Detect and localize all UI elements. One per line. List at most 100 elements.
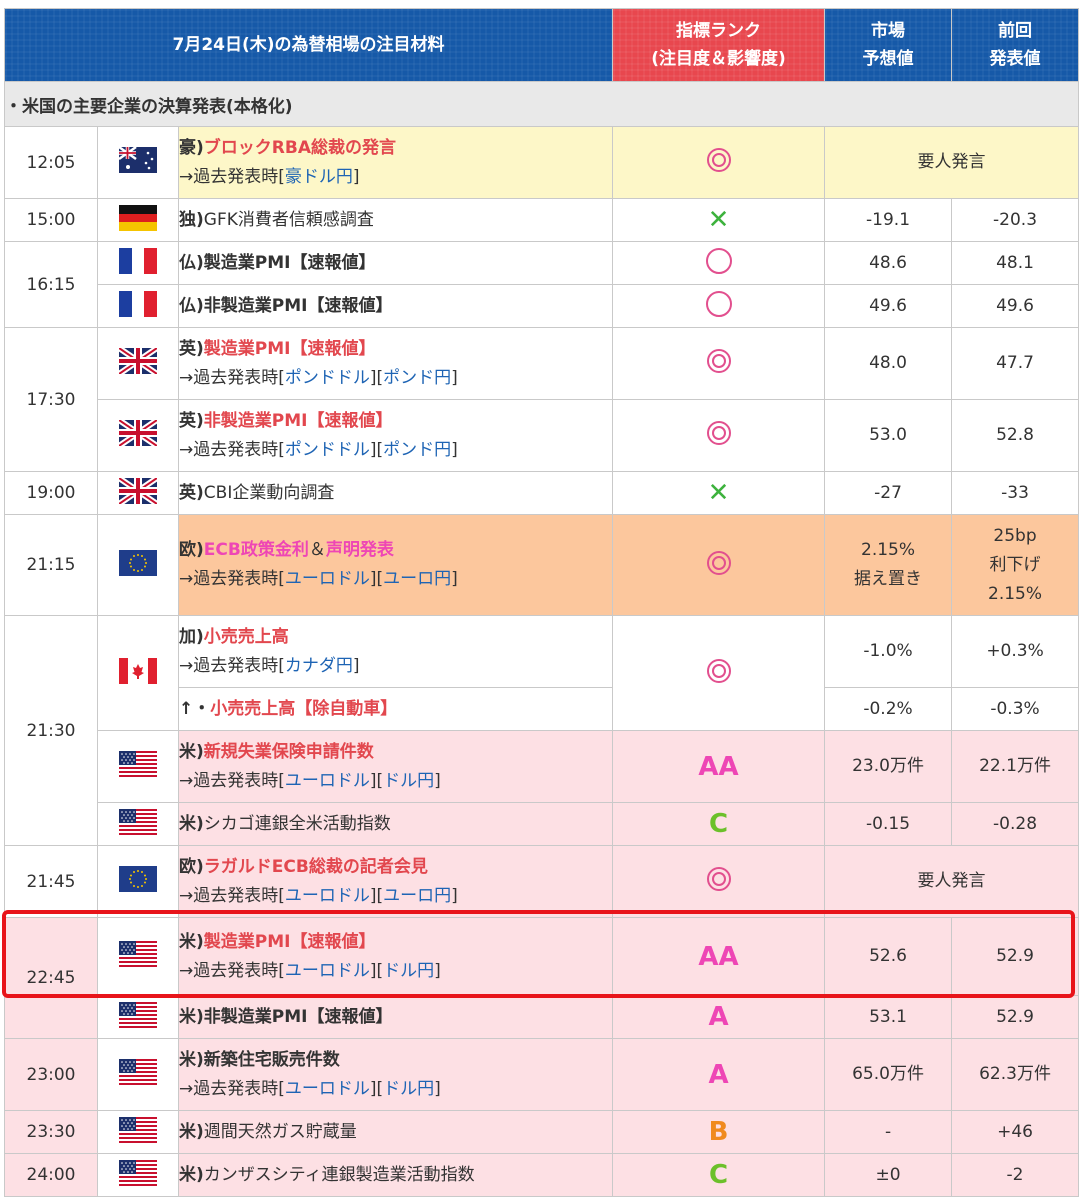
cross-rank-icon: ✕ xyxy=(612,471,826,515)
past-link[interactable]: ユーロドル xyxy=(285,1079,370,1099)
circle-rank-icon xyxy=(612,241,826,285)
us-flag-icon xyxy=(97,802,179,846)
rank-header-line2: (注目度＆影響度) xyxy=(651,49,786,69)
table-row: 16:15 仏)製造業PMI【速報値】 48.6 48.1 xyxy=(4,241,1080,328)
past-link[interactable]: ユーロドル xyxy=(285,569,370,589)
rank-grade-label: C xyxy=(708,1160,729,1190)
event-title-link[interactable]: ラガルドECB総裁の記者会見 xyxy=(204,857,428,877)
previous-value: -0.3% xyxy=(951,687,1080,731)
past-label: →過去発表時[ xyxy=(179,166,285,187)
double-circle-rank-icon xyxy=(612,327,826,400)
past-link[interactable]: 豪ドル円 xyxy=(285,167,353,187)
past-bracket: ] xyxy=(451,439,458,460)
past-bracket: ] xyxy=(352,166,360,187)
us-flag-icon xyxy=(97,917,179,996)
past-link[interactable]: ポンド円 xyxy=(383,368,451,388)
event-time: 21:15 xyxy=(4,514,98,616)
event-cell: 米)カンザスシティ連銀製造業活動指数 xyxy=(177,1153,614,1197)
past-link[interactable]: ポンドドル xyxy=(285,368,370,388)
forecast-value: -0.15 xyxy=(824,802,953,846)
rank-grade-label: AA xyxy=(698,751,739,782)
table-row: 22:45 米)製造業PMI【速報値】 →過去発表時[ユーロドル][ドル円] A… xyxy=(4,917,1080,1039)
event-title-link[interactable]: 非製造業PMI【速報値】 xyxy=(204,411,393,431)
previous-value: 48.1 xyxy=(951,241,1080,285)
event-title-link[interactable]: 製造業PMI【速報値】 xyxy=(204,339,376,359)
table-row: 仏)非製造業PMI【速報値】 49.6 49.6 xyxy=(5,284,1080,328)
merged-value: 要人発言 xyxy=(824,126,1080,199)
table-row: 19:00 英)CBI企業動向調査 ✕ -27 -33 xyxy=(4,471,1080,515)
past-bracket: ] xyxy=(352,655,360,676)
past-link[interactable]: ユーロ円 xyxy=(383,569,451,589)
event-cell: 米)新築住宅販売件数 →過去発表時[ユーロドル][ドル円] xyxy=(177,1038,614,1111)
past-link[interactable]: カナダ円 xyxy=(285,656,353,676)
past-bracket: ] xyxy=(434,1078,441,1099)
event-title-link[interactable]: ECB政策金利 xyxy=(204,540,309,560)
forecast-value: -19.1 xyxy=(824,198,953,242)
past-link[interactable]: ポンドドル xyxy=(285,440,370,460)
event-cell: 米)新規失業保険申請件数 →過去発表時[ユーロドル][ドル円] xyxy=(177,730,614,803)
event-time: 17:30 xyxy=(4,327,98,472)
past-bracket: ] xyxy=(451,569,458,589)
double-circle-rank-icon xyxy=(612,514,826,616)
table-row: 23:30 米)週間天然ガス貯蔵量 B - +46 xyxy=(4,1110,1080,1154)
event-title: 非製造業PMI【速報値】 xyxy=(203,295,393,316)
event-cell: 欧)ラガルドECB総裁の記者会見 →過去発表時[ユーロドル][ユーロ円] xyxy=(177,845,614,918)
rank-grade: AA xyxy=(612,917,826,996)
event-title-link[interactable]: 声明発表 xyxy=(326,540,394,560)
rank-grade: A xyxy=(612,1038,826,1111)
forecast-header: 市場 予想値 xyxy=(824,8,953,82)
uk-flag-icon xyxy=(97,399,179,472)
past-bracket: ] xyxy=(451,367,458,388)
past-bracket: ] xyxy=(434,770,441,791)
previous-value: -2 xyxy=(951,1153,1080,1197)
event-title-link[interactable]: 小売売上高【除自動車】 xyxy=(210,699,397,719)
rank-header: 指標ランク (注目度＆影響度) xyxy=(612,8,826,82)
previous-value: 47.7 xyxy=(951,327,1080,400)
event-time: 22:45 xyxy=(4,917,98,1039)
past-link[interactable]: ユーロドル xyxy=(285,771,370,791)
past-label: →過去発表時[ xyxy=(179,770,285,791)
table-row: 12:05 豪)ブロックRBA総裁の発言 →過去発表時[豪ドル円] 要人発言 xyxy=(4,126,1080,199)
past-link[interactable]: ポンド円 xyxy=(383,440,451,460)
event-title-link[interactable]: 小売売上高 xyxy=(204,627,289,647)
us-flag-icon xyxy=(97,1153,179,1197)
past-link[interactable]: ユーロドル xyxy=(285,886,370,906)
past-bracket: ][ xyxy=(369,367,384,388)
forecast-value: 48.0 xyxy=(824,327,953,400)
event-title-link[interactable]: 製造業PMI【速報値】 xyxy=(204,932,376,952)
country-prefix: 米) xyxy=(179,931,204,952)
france-flag-icon xyxy=(97,284,179,328)
previous-value: 52.9 xyxy=(951,917,1080,996)
ampersand: ＆ xyxy=(308,540,326,560)
event-title: 製造業PMI【速報値】 xyxy=(203,252,376,273)
event-time: 15:00 xyxy=(4,198,98,242)
forecast-line1: 2.15% xyxy=(861,540,916,560)
past-link[interactable]: ドル円 xyxy=(383,1079,434,1099)
event-cell: 米)非製造業PMI【速報値】 xyxy=(177,995,614,1039)
event-title-link[interactable]: ブロックRBA総裁の発言 xyxy=(204,138,396,158)
country-prefix: 英) xyxy=(179,338,204,359)
past-link[interactable]: ユーロ円 xyxy=(383,886,451,906)
table-row: 15:00 独)GFK消費者信頼感調査 ✕ -19.1 -20.3 xyxy=(4,198,1080,242)
event-time: 21:45 xyxy=(4,845,98,918)
past-link[interactable]: ドル円 xyxy=(383,771,434,791)
forecast-header-line2: 予想値 xyxy=(862,49,914,69)
double-circle-rank-icon xyxy=(612,126,826,199)
double-circle-rank-icon xyxy=(612,615,826,731)
eu-flag-icon xyxy=(97,514,179,616)
uk-flag-icon xyxy=(97,471,179,515)
country-prefix: 英) xyxy=(179,482,204,503)
table-header-row: 7月24日(木)の為替相場の注目材料 指標ランク (注目度＆影響度) 市場 予想… xyxy=(3,8,1080,82)
table-row: 23:00 米)新築住宅販売件数 →過去発表時[ユーロドル][ドル円] A 65… xyxy=(4,1038,1080,1111)
past-bracket: ][ xyxy=(369,960,384,981)
australia-flag-icon xyxy=(97,126,179,199)
sub-prefix: ↑・ xyxy=(179,698,211,719)
past-link[interactable]: ユーロドル xyxy=(285,961,370,981)
previous-value: -0.28 xyxy=(951,802,1080,846)
rank-grade: B xyxy=(612,1110,826,1154)
past-link[interactable]: ドル円 xyxy=(383,961,434,981)
table-row: 米)シカゴ連銀全米活動指数 C -0.15 -0.28 xyxy=(4,802,1080,846)
event-title-link[interactable]: 新規失業保険申請件数 xyxy=(204,742,374,762)
event-cell: 米)シカゴ連銀全米活動指数 xyxy=(177,802,614,846)
double-circle-rank-icon xyxy=(612,399,826,472)
